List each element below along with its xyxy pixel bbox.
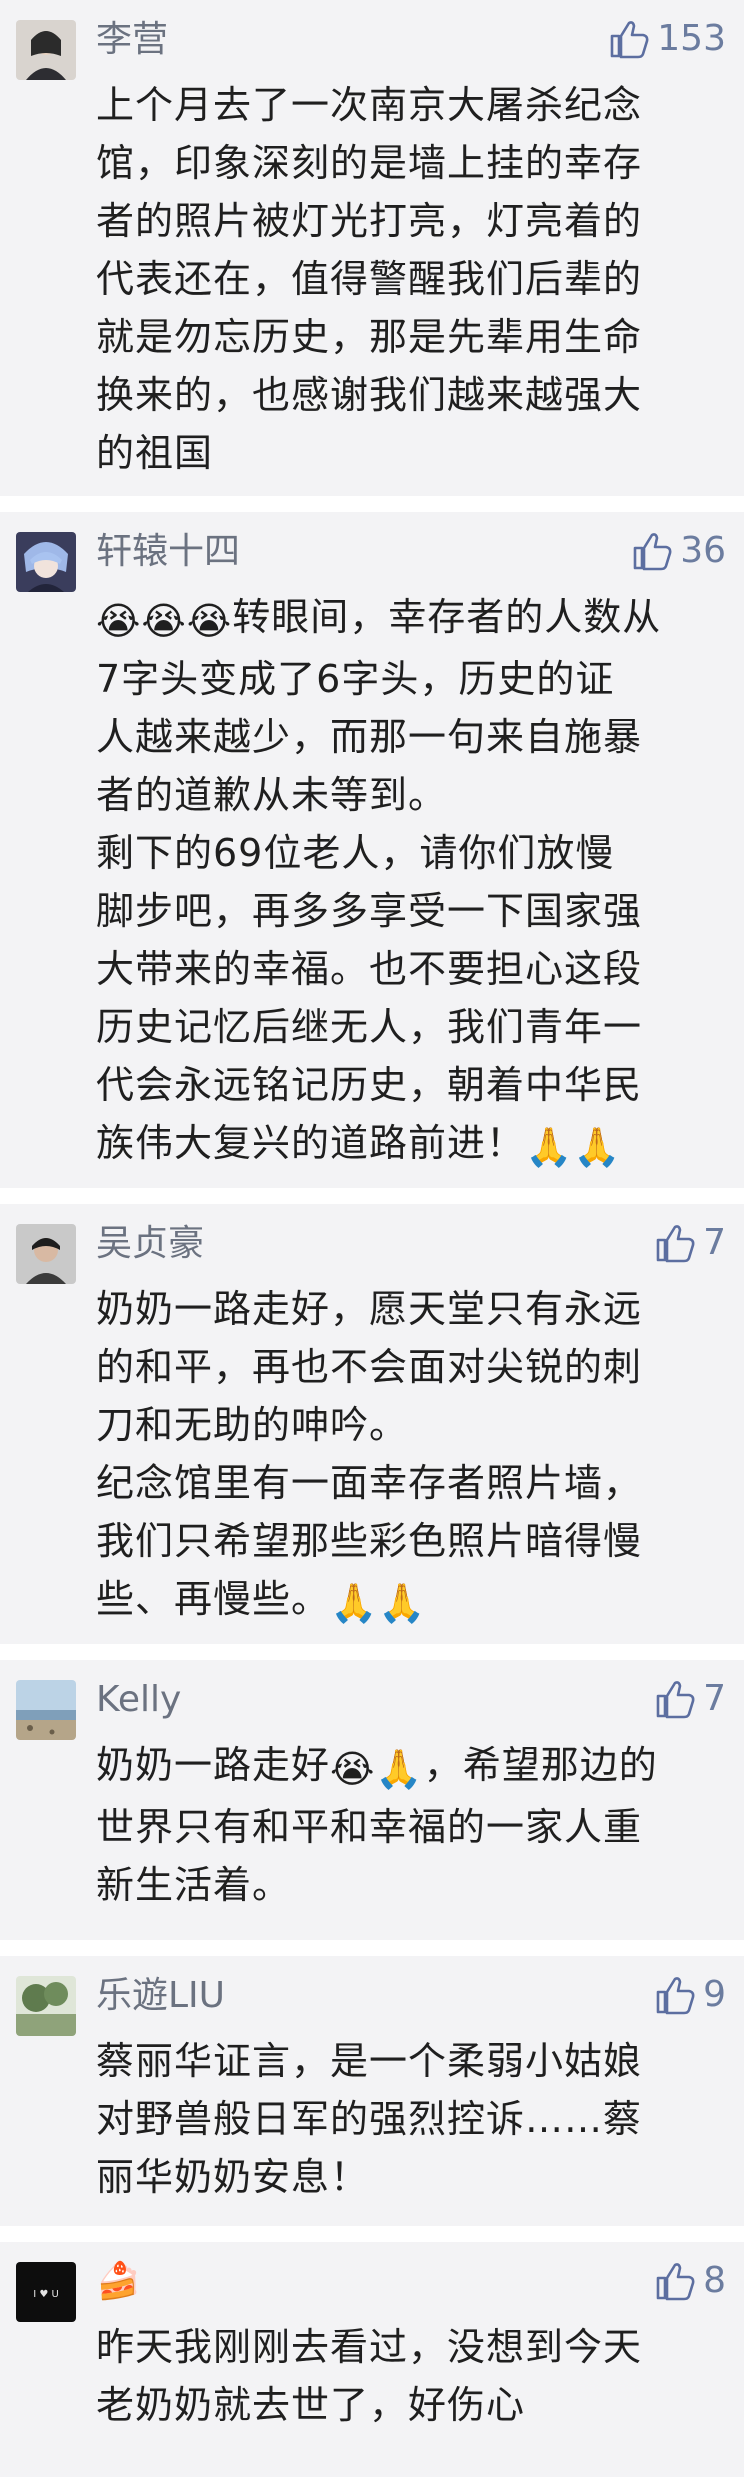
like-button[interactable]: 9 xyxy=(653,1970,726,2020)
comment-paragraph: 上个月去了一次南京大屠杀纪念 馆，印象深刻的是墙上挂的幸存 者的照片被灯光打亮，… xyxy=(96,83,643,475)
svg-text:I ♥ U: I ♥ U xyxy=(33,2289,59,2300)
thumbs-up-icon xyxy=(656,1977,695,2015)
comment-paragraph: 奶奶一路走好，愿天堂只有永远 的和平，再也不会面对尖锐的刺 刀和无助的呻吟。 xyxy=(96,1287,643,1447)
username[interactable]: 吴贞豪 xyxy=(96,1220,204,1268)
like-button[interactable]: 7 xyxy=(653,1218,726,1268)
username[interactable]: Kelly xyxy=(96,1676,181,1724)
tree-avatar-icon xyxy=(16,1976,76,2036)
like-count: 153 xyxy=(657,18,726,59)
avatar[interactable] xyxy=(16,532,76,592)
comment-1: 李营 153 上个月去了一次南京大屠杀纪念 馆，印象深刻的是墙上挂的幸存 者的照… xyxy=(0,0,744,496)
comment-paragraph-text: 奶奶一路走好 xyxy=(96,1743,331,1787)
crying-face-icon: 😭😭😭 xyxy=(96,599,233,643)
like-count: 7 xyxy=(703,1222,726,1263)
comment-text: 蔡丽华证言，是一个柔弱小姑娘 对野兽般日军的强烈控诉……蔡 丽华奶奶安息！ xyxy=(96,2032,720,2206)
folded-hands-icon: 🙏🙏 xyxy=(330,1581,427,1625)
username[interactable]: 🍰 xyxy=(96,2258,141,2306)
comment-text: 昨天我刚刚去看过，没想到今天 老奶奶就去世了，好伤心 xyxy=(96,2318,720,2434)
comment-text: 奶奶一路走好，愿天堂只有永远 的和平，再也不会面对尖锐的刺 刀和无助的呻吟。 纪… xyxy=(96,1280,720,1632)
comment-2: 轩辕十四 36 😭😭😭转眼间，幸存者的人数从 7字头变成了6字头，历史的证 人越… xyxy=(0,512,744,1188)
comment-4: Kelly 7 奶奶一路走好😭🙏，希望那边的 世界只有和平和幸福的一家人重 新生… xyxy=(0,1660,744,1940)
thumbs-up-icon xyxy=(633,533,672,571)
avatar[interactable] xyxy=(16,1680,76,1740)
crying-praying-icon: 😭🙏 xyxy=(330,1747,424,1791)
comment-6: I ♥ U 🍰 8 昨天我刚刚去看过，没想到今天 老奶奶就去世了，好伤心 xyxy=(0,2242,744,2477)
folded-hands-icon: 🙏🙏 xyxy=(525,1125,622,1169)
person-avatar-icon xyxy=(16,1224,76,1284)
thumbs-up-icon xyxy=(656,1225,695,1263)
avatar[interactable]: I ♥ U xyxy=(16,2262,76,2322)
username[interactable]: 轩辕十四 xyxy=(96,528,240,576)
comment-paragraph-text: 剩下的69位老人，请你们放慢 脚步吧，再多多享受一下国家强 大带来的幸福。也不要… xyxy=(96,831,643,1165)
comment-paragraph: 昨天我刚刚去看过，没想到今天 老奶奶就去世了，好伤心 xyxy=(96,2325,643,2427)
dark-avatar-icon: I ♥ U xyxy=(16,2262,76,2322)
cake-icon: 🍰 xyxy=(96,2261,141,2302)
anime-avatar-icon xyxy=(16,532,76,592)
avatar[interactable] xyxy=(16,20,76,80)
like-button[interactable]: 153 xyxy=(607,14,726,64)
like-button[interactable]: 7 xyxy=(653,1674,726,1724)
username[interactable]: 乐遊LIU xyxy=(96,1972,225,2020)
comment-text: 奶奶一路走好😭🙏，希望那边的 世界只有和平和幸福的一家人重 新生活着。 xyxy=(96,1736,720,1914)
avatar[interactable] xyxy=(16,1976,76,2036)
username[interactable]: 李营 xyxy=(96,16,168,64)
comment-paragraph: 😭😭😭转眼间，幸存者的人数从 7字头变成了6字头，历史的证 人越来越少，而那一句… xyxy=(96,588,720,824)
comment-paragraph: 蔡丽华证言，是一个柔弱小姑娘 对野兽般日军的强烈控诉……蔡 丽华奶奶安息！ xyxy=(96,2039,643,2199)
comment-paragraph: 剩下的69位老人，请你们放慢 脚步吧，再多多享受一下国家强 大带来的幸福。也不要… xyxy=(96,824,720,1176)
comment-5: 乐遊LIU 9 蔡丽华证言，是一个柔弱小姑娘 对野兽般日军的强烈控诉……蔡 丽华… xyxy=(0,1956,744,2226)
like-count: 9 xyxy=(703,1974,726,2015)
like-count: 8 xyxy=(703,2260,726,2301)
thumbs-up-icon xyxy=(610,21,649,59)
thumbs-up-icon xyxy=(656,2263,695,2301)
comment-paragraph: 纪念馆里有一面幸存者照片墙， 我们只希望那些彩色照片暗得慢 些、再慢些。🙏🙏 xyxy=(96,1454,720,1632)
like-count: 36 xyxy=(680,530,726,571)
comment-text: 😭😭😭转眼间，幸存者的人数从 7字头变成了6字头，历史的证 人越来越少，而那一句… xyxy=(96,588,720,1176)
like-count: 7 xyxy=(703,1678,726,1719)
avatar[interactable] xyxy=(16,1224,76,1284)
comment-feed: 李营 153 上个月去了一次南京大屠杀纪念 馆，印象深刻的是墙上挂的幸存 者的照… xyxy=(0,0,744,2477)
like-button[interactable]: 8 xyxy=(653,2256,726,2306)
comment-3: 吴贞豪 7 奶奶一路走好，愿天堂只有永远 的和平，再也不会面对尖锐的刺 刀和无助… xyxy=(0,1204,744,1644)
thumbs-up-icon xyxy=(656,1681,695,1719)
comment-paragraph: 奶奶一路走好😭🙏，希望那边的 世界只有和平和幸福的一家人重 新生活着。 xyxy=(96,1736,720,1914)
comment-text: 上个月去了一次南京大屠杀纪念 馆，印象深刻的是墙上挂的幸存 者的照片被灯光打亮，… xyxy=(96,76,720,482)
portrait-avatar-icon xyxy=(16,20,76,80)
beach-avatar-icon xyxy=(16,1680,76,1740)
like-button[interactable]: 36 xyxy=(630,526,726,576)
